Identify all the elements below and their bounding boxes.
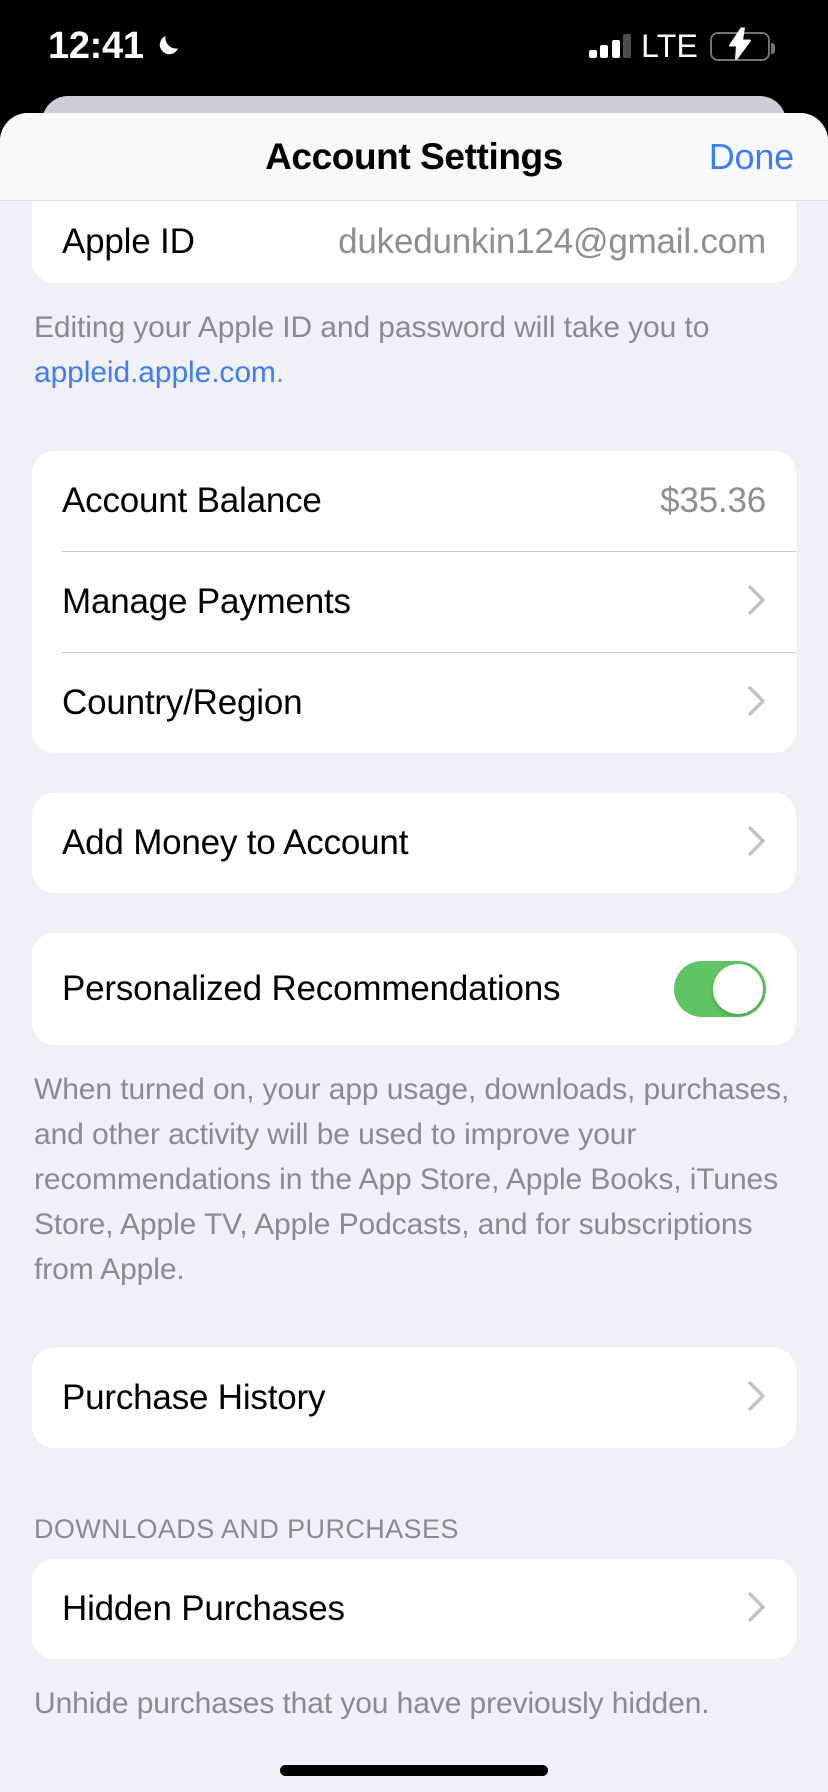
- appleid-apple-com-link[interactable]: appleid.apple.com: [34, 356, 276, 389]
- chevron-right-icon: [748, 1591, 766, 1627]
- add-money-card: Add Money to Account: [32, 793, 796, 893]
- row-country-region[interactable]: Country/Region: [32, 653, 796, 753]
- iphone-screen: 12:41 LTE Account Settings Done Apple ID…: [0, 0, 828, 1792]
- status-bar-clock: 12:41: [48, 25, 144, 67]
- apple-id-footer-suffix: .: [275, 356, 285, 389]
- section-header-downloads-and-purchases: DOWNLOADS AND PURCHASES: [34, 1514, 459, 1544]
- settings-scroll-area[interactable]: Apple ID dukedunkin124@gmail.com Editing…: [0, 201, 828, 1792]
- row-label: Apple ID: [62, 222, 195, 261]
- status-bar: 12:41 LTE: [0, 0, 828, 92]
- cellular-signal-icon: [588, 34, 632, 58]
- hidden-purchases-card: Hidden Purchases: [32, 1559, 796, 1659]
- apple-id-value: dukedunkin124@gmail.com: [338, 222, 766, 261]
- hidden-purchases-footer: Unhide purchases that you have previousl…: [34, 1687, 710, 1720]
- row-hidden-purchases[interactable]: Hidden Purchases: [32, 1559, 796, 1659]
- chevron-right-icon: [748, 825, 766, 861]
- chevron-right-icon: [748, 1380, 766, 1416]
- row-label: Personalized Recommendations: [62, 969, 561, 1008]
- personalized-recommendations-toggle[interactable]: [674, 961, 766, 1017]
- row-label: Country/Region: [62, 683, 303, 722]
- carrier-label: LTE: [641, 28, 698, 64]
- apple-id-footer-prefix: Editing your Apple ID and password will …: [34, 311, 710, 344]
- account-settings-sheet: Account Settings Done Apple ID dukedunki…: [0, 113, 828, 1792]
- row-purchase-history[interactable]: Purchase History: [32, 1348, 796, 1448]
- purchase-history-card: Purchase History: [32, 1348, 796, 1448]
- toggle-knob: [713, 964, 763, 1014]
- done-button[interactable]: Done: [709, 136, 794, 178]
- status-bar-right: LTE: [588, 26, 775, 64]
- row-label: Manage Payments: [62, 582, 351, 621]
- navigation-bar: Account Settings Done: [0, 113, 828, 201]
- row-label: Account Balance: [62, 481, 322, 520]
- page-title: Account Settings: [265, 135, 563, 177]
- crescent-moon-icon: [155, 29, 185, 64]
- row-manage-payments[interactable]: Manage Payments: [32, 552, 796, 652]
- row-label: Hidden Purchases: [62, 1589, 345, 1628]
- home-indicator: [280, 1765, 548, 1776]
- row-add-money-to-account[interactable]: Add Money to Account: [32, 793, 796, 893]
- apple-id-card: Apple ID dukedunkin124@gmail.com: [32, 201, 796, 283]
- row-personalized-recommendations[interactable]: Personalized Recommendations: [32, 933, 796, 1045]
- row-account-balance[interactable]: Account Balance $35.36: [32, 451, 796, 551]
- chevron-right-icon: [748, 685, 766, 721]
- battery-charging-icon: [710, 26, 775, 61]
- personalized-recommendations-footer: When turned on, your app usage, download…: [34, 1073, 790, 1286]
- account-balance-value: $35.36: [660, 481, 766, 520]
- chevron-right-icon: [748, 584, 766, 620]
- apple-id-footer: Editing your Apple ID and password will …: [0, 283, 828, 395]
- account-card: Account Balance $35.36 Manage Payments C…: [32, 451, 796, 753]
- row-label: Purchase History: [62, 1378, 326, 1417]
- status-bar-left: 12:41: [48, 27, 185, 65]
- personalized-recommendations-card: Personalized Recommendations: [32, 933, 796, 1045]
- row-apple-id[interactable]: Apple ID dukedunkin124@gmail.com: [32, 201, 796, 283]
- row-label: Add Money to Account: [62, 823, 409, 862]
- charging-bolt-icon: [727, 26, 753, 65]
